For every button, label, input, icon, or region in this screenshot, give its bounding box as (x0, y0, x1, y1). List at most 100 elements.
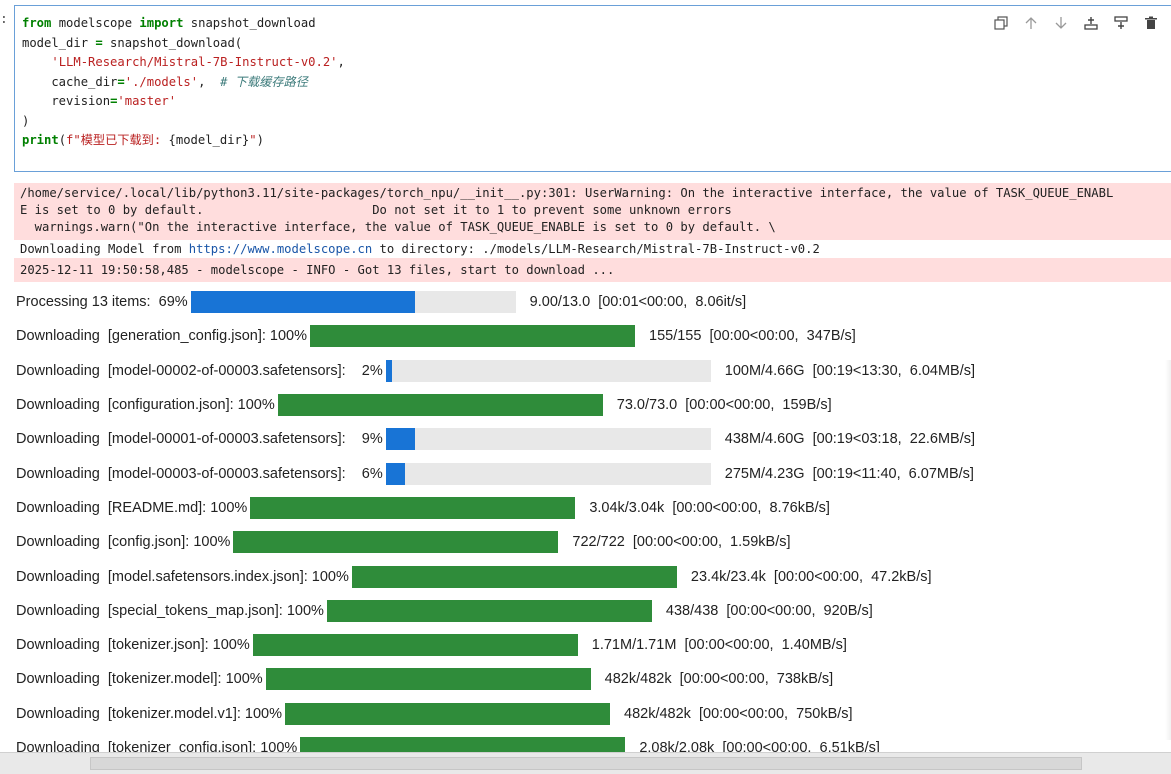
progress-status: 23.4k/23.4k [00:00<00:00, 47.2kB/s] (690, 568, 932, 585)
move-up-icon[interactable] (1022, 14, 1040, 32)
code-line: ) (22, 112, 345, 132)
progress-row: Downloading [special_tokens_map.json]: 1… (16, 594, 1166, 628)
cell-prompt-marker: : (0, 12, 8, 27)
progress-bar (351, 565, 677, 588)
download-suffix: to directory: ./models/LLM-Research/Mist… (372, 242, 820, 256)
progress-status: 275M/4.23G [00:19<11:40, 6.07MB/s] (724, 465, 974, 482)
progress-label: Downloading [configuration.json]: 100% (16, 397, 275, 414)
progress-bar-fill (190, 291, 415, 314)
progress-bar (385, 359, 711, 382)
progress-row: Downloading [model-00003-of-00003.safete… (16, 456, 1166, 490)
move-down-icon[interactable] (1052, 14, 1070, 32)
progress-row: Downloading [model-00002-of-00003.safete… (16, 354, 1166, 388)
progress-bar-fill (265, 668, 591, 691)
progress-bar (385, 462, 711, 485)
code-token: f"模型已下载到: (66, 133, 169, 147)
progress-label: Downloading [model.safetensors.index.jso… (16, 568, 349, 585)
code-editor[interactable]: from modelscope import snapshot_download… (22, 14, 345, 151)
progress-bar-fill (351, 565, 677, 588)
progress-bar (385, 428, 711, 451)
code-line: print(f"模型已下载到: {model_dir}") (22, 131, 345, 151)
progress-label: Downloading [tokenizer.json]: 100% (16, 637, 250, 654)
progress-label: Downloading [tokenizer.model]: 100% (16, 671, 263, 688)
progress-row: Downloading [model-00001-of-00003.safete… (16, 422, 1166, 456)
progress-status: 155/155 [00:00<00:00, 347B/s] (649, 328, 856, 345)
code-token: snapshot_download( (102, 35, 243, 50)
progress-bar-fill (250, 496, 576, 519)
progress-list: Processing 13 items: 69% 9.00/13.0 [00:01… (16, 285, 1166, 765)
code-token: cache_dir (22, 74, 118, 89)
progress-label: Downloading [generation_config.json]: 10… (16, 328, 308, 345)
progress-row: Downloading [README.md]: 100% 3.04k/3.04k… (16, 491, 1166, 525)
progress-status: 9.00/13.0 [00:01<00:00, 8.06it/s] (529, 294, 747, 311)
code-token: 'LLM-Research/Mistral-7B-Instruct-v0.2' (51, 55, 338, 69)
code-line: cache_dir='./models', # 下载缓存路径 (22, 73, 345, 93)
modelscope-link[interactable]: https://www.modelscope.cn (189, 242, 372, 256)
progress-label: Downloading [README.md]: 100% (16, 499, 248, 516)
code-token: modelscope (51, 16, 140, 30)
progress-bar (285, 702, 610, 725)
progress-status: 3.04k/3.04k [00:00<00:00, 8.76kB/s] (589, 499, 830, 516)
code-token: print (22, 133, 59, 147)
code-token: , (337, 55, 345, 69)
progress-row: Downloading [configuration.json]: 100% 73… (16, 388, 1166, 422)
code-line: from modelscope import snapshot_download (22, 14, 345, 34)
code-line: 'LLM-Research/Mistral-7B-Instruct-v0.2', (22, 53, 345, 73)
cell-toolbar (992, 14, 1160, 32)
progress-status: 722/722 [00:00<00:00, 1.59kB/s] (572, 534, 791, 551)
warning-line: E is set to 0 by default. Do not set it … (20, 203, 732, 217)
progress-label: Downloading [tokenizer.model.v1]: 100% (16, 705, 282, 722)
copy-icon[interactable] (992, 14, 1010, 32)
progress-bar (326, 599, 652, 622)
code-cell[interactable]: from modelscope import snapshot_download… (14, 5, 1171, 172)
code-token: 'master' (117, 94, 177, 108)
progress-bar-fill (277, 394, 603, 417)
scrollbar-thumb[interactable] (90, 757, 1082, 770)
progress-row: Downloading [model.safetensors.index.jso… (16, 559, 1166, 593)
progress-bar (310, 325, 636, 348)
progress-status: 73.0/73.0 [00:00<00:00, 159B/s] (616, 397, 832, 414)
progress-row: Downloading [tokenizer.model.v1]: 100% 48… (16, 697, 1166, 731)
code-token: = (95, 35, 103, 50)
code-token: model_dir (22, 35, 96, 50)
code-token: = (117, 74, 125, 89)
code-token: import (139, 16, 184, 30)
progress-label: Downloading [model-00003-of-00003.safete… (16, 465, 383, 482)
progress-status: 100M/4.66G [00:19<13:30, 6.04MB/s] (724, 362, 976, 379)
progress-bar-fill (285, 702, 610, 725)
progress-row: Downloading [config.json]: 100% 722/722 [… (16, 525, 1166, 559)
insert-below-icon[interactable] (1112, 14, 1130, 32)
insert-above-icon[interactable] (1082, 14, 1100, 32)
progress-bar (233, 531, 559, 554)
progress-label: Downloading [model-00002-of-00003.safete… (16, 362, 383, 379)
code-token: revision (22, 94, 111, 108)
progress-label: Processing 13 items: 69% (16, 294, 188, 311)
progress-bar-fill (385, 428, 415, 451)
progress-bar-fill (252, 634, 578, 657)
code-token: ( (58, 133, 67, 147)
progress-status: 482k/482k [00:00<00:00, 738kB/s] (604, 671, 834, 688)
horizontal-scrollbar[interactable] (0, 752, 1171, 774)
progress-bar (250, 496, 576, 519)
progress-bar (265, 668, 591, 691)
progress-bar (277, 394, 603, 417)
code-token: ) (256, 133, 264, 147)
progress-label: Downloading [special_tokens_map.json]: 1… (16, 602, 324, 619)
info-log-line: 2025-12-11 19:50:58,485 - modelscope - I… (14, 258, 1171, 282)
code-token: # 下载缓存路径 (220, 74, 308, 89)
code-token: " (249, 133, 257, 147)
progress-bar-fill (385, 462, 406, 485)
download-location-line: Downloading Model from https://www.model… (14, 241, 1171, 257)
progress-status: 1.71M/1.71M [00:00<00:00, 1.40MB/s] (591, 637, 847, 654)
progress-bar-fill (326, 599, 652, 622)
progress-status: 438/438 [00:00<00:00, 920B/s] (665, 602, 873, 619)
warning-line: warnings.warn("On the interactive interf… (20, 220, 776, 234)
code-token: , (198, 74, 221, 89)
progress-label: Downloading [config.json]: 100% (16, 534, 231, 551)
code-token: './models' (124, 74, 199, 89)
code-token: {model_dir} (168, 133, 250, 147)
code-token: ) (22, 113, 30, 128)
delete-icon[interactable] (1142, 14, 1160, 32)
stderr-warning-output: /home/service/.local/lib/python3.11/site… (14, 183, 1171, 240)
